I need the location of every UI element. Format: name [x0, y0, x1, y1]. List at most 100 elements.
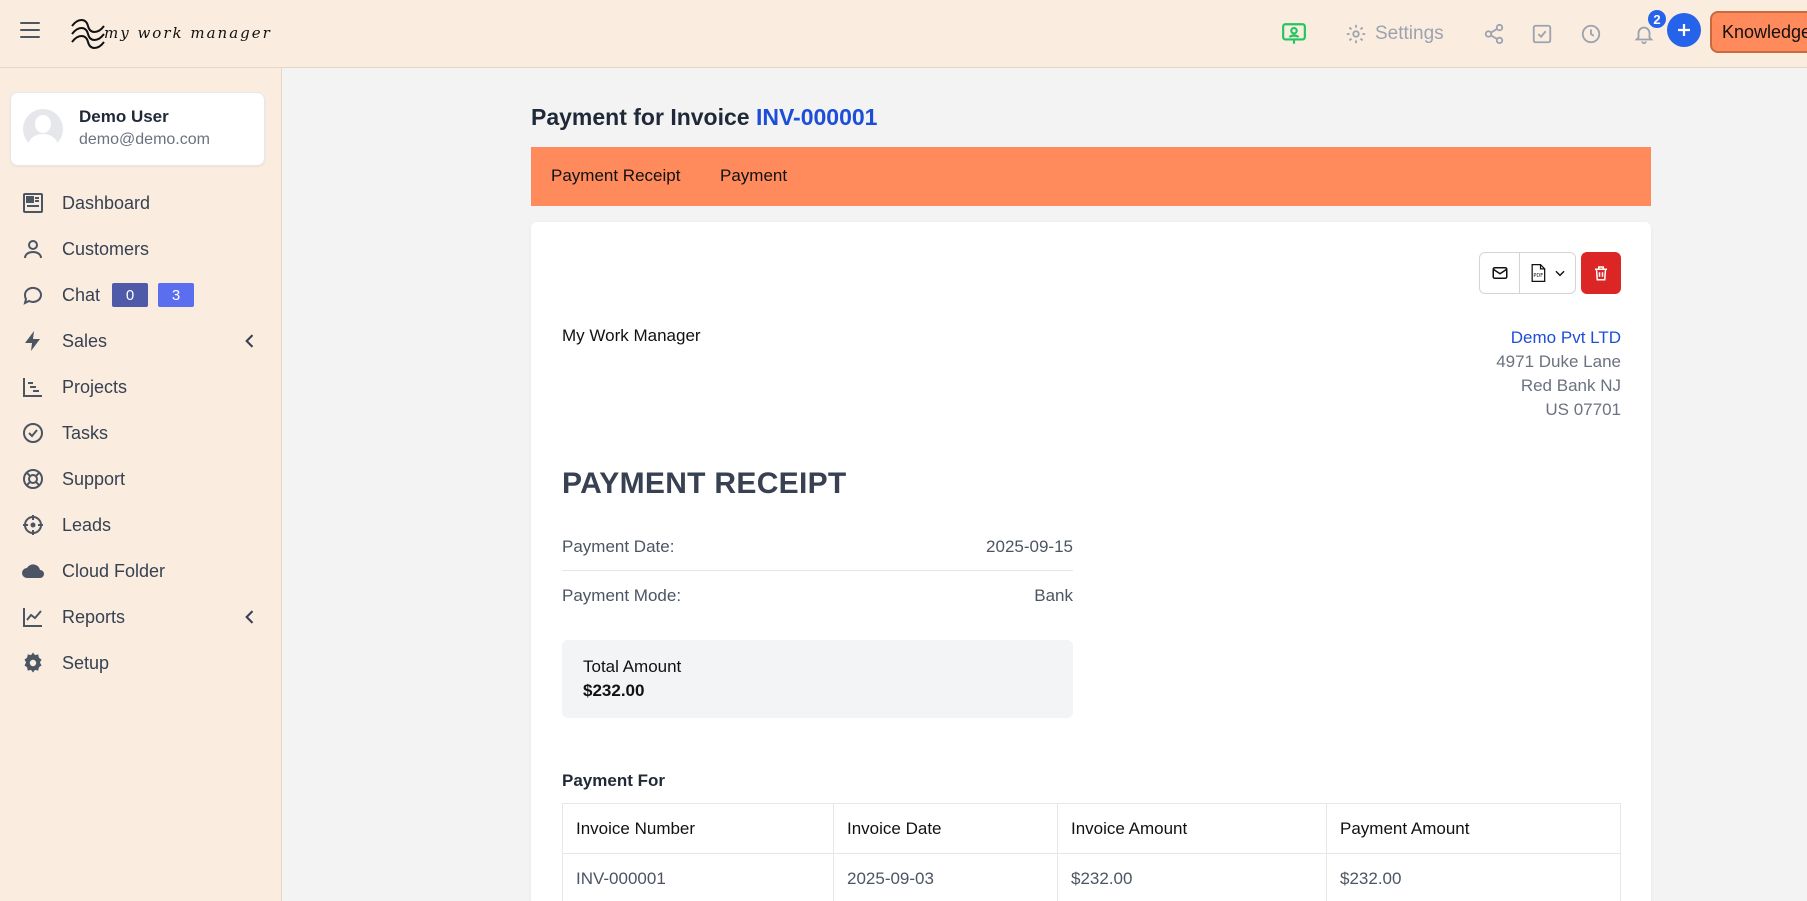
- sidebar-item-label: Cloud Folder: [62, 560, 166, 581]
- table-cell: $232.00: [1057, 853, 1327, 901]
- user-email: demo@demo.com: [79, 131, 210, 148]
- sidebar-item-projects[interactable]: Projects: [0, 364, 282, 410]
- knowledge-base-button[interactable]: Knowledge Base: [1710, 11, 1807, 53]
- sidebar-item-label: Setup: [62, 652, 110, 673]
- column-header: Payment Amount: [1326, 803, 1621, 854]
- receipt-card: PDF My Work Manager Demo Pvt LTD 4971 Du…: [531, 222, 1651, 901]
- pdf-dropdown-button[interactable]: PDF: [1520, 252, 1576, 294]
- sidebar-item-setup[interactable]: Setup: [0, 640, 282, 686]
- client-address-line-1: 4971 Duke Lane: [1496, 352, 1621, 371]
- sidebar-item-leads[interactable]: Leads: [0, 502, 282, 548]
- logo-mark-icon: [71, 19, 105, 49]
- pdf-file-icon: PDF: [1531, 264, 1545, 282]
- page-title-prefix: Payment for Invoice: [531, 104, 750, 130]
- page-title: Payment for Invoice INV-000001: [531, 104, 877, 131]
- cloud-icon: [20, 558, 46, 584]
- avatar: [23, 109, 63, 149]
- gantt-icon: [20, 374, 46, 400]
- payment-mode-row: Payment Mode: Bank: [562, 572, 1073, 620]
- chevron-down-icon: [1554, 270, 1565, 277]
- sidebar-item-support[interactable]: Support: [0, 456, 282, 502]
- delete-button[interactable]: [1581, 252, 1621, 294]
- total-amount-box: Total Amount $232.00: [562, 640, 1073, 718]
- payment-mode-label: Payment Mode:: [562, 586, 682, 605]
- bolt-icon: [20, 328, 46, 354]
- client-address-line-3: US 07701: [1545, 400, 1621, 419]
- tab-payment-receipt[interactable]: Payment Receipt: [551, 166, 680, 186]
- sidebar-item-dashboard[interactable]: Dashboard: [0, 180, 282, 226]
- presentation-icon[interactable]: [1280, 20, 1308, 48]
- column-header: Invoice Date: [833, 803, 1058, 854]
- company-name: My Work Manager: [562, 326, 701, 345]
- payment-date-label: Payment Date:: [562, 536, 675, 556]
- table-cell: $232.00: [1326, 853, 1621, 901]
- receipt-heading: PAYMENT RECEIPT: [562, 467, 847, 500]
- sidebar: Demo User demo@demo.com Dashboard Custom…: [0, 68, 282, 901]
- table-cell: 2025-09-03: [833, 853, 1058, 901]
- user-name: Demo User: [79, 107, 169, 126]
- sidebar-item-sales[interactable]: Sales: [0, 318, 282, 364]
- notification-badge: 2: [1646, 8, 1668, 30]
- quick-add-button[interactable]: [1667, 13, 1701, 47]
- total-amount-label: Total Amount: [583, 657, 682, 676]
- client-address: Demo Pvt LTD 4971 Duke Lane Red Bank NJ …: [1496, 326, 1621, 422]
- trash-icon: [1595, 266, 1607, 281]
- sidebar-item-label: Projects: [62, 376, 128, 397]
- payment-date-value: 2025-09-15: [986, 536, 1073, 556]
- lifebuoy-icon: [20, 466, 46, 492]
- line-chart-icon: [20, 604, 46, 630]
- chat-badge-total: 3: [158, 283, 195, 307]
- sidebar-item-label: Support: [62, 468, 126, 489]
- tab-bar: Payment Receipt Payment: [531, 147, 1651, 206]
- payment-date-row: Payment Date: 2025-09-15: [562, 523, 1073, 571]
- column-header: Invoice Amount: [1057, 803, 1327, 854]
- envelope-icon: [1492, 267, 1507, 279]
- sidebar-nav: Dashboard Customers Chat 0 3 Sales Proje…: [0, 180, 282, 686]
- settings-link[interactable]: Settings: [1345, 20, 1444, 48]
- email-button[interactable]: [1479, 252, 1520, 294]
- client-address-line-2: Red Bank NJ: [1520, 376, 1621, 395]
- chevron-left-icon: [245, 334, 254, 348]
- action-button-group: PDF: [1479, 252, 1576, 294]
- gear-icon: [20, 650, 46, 676]
- total-amount-value: $232.00: [583, 681, 645, 700]
- sidebar-item-label: Customers: [62, 238, 150, 259]
- sidebar-item-label: Tasks: [62, 422, 109, 443]
- settings-label: Settings: [1375, 23, 1444, 44]
- logo-text: my work manager: [104, 24, 272, 42]
- chevron-left-icon: [245, 610, 254, 624]
- crosshair-icon: [20, 512, 46, 538]
- sidebar-item-label: Chat: [62, 284, 101, 305]
- table-header-row: Invoice Number Invoice Date Invoice Amou…: [562, 803, 1621, 854]
- payment-mode-value: Bank: [1034, 586, 1073, 605]
- sidebar-item-cloud-folder[interactable]: Cloud Folder: [0, 548, 282, 594]
- sidebar-item-label: Reports: [62, 606, 126, 627]
- payment-for-table: Invoice Number Invoice Date Invoice Amou…: [562, 803, 1621, 901]
- sidebar-item-label: Sales: [62, 330, 108, 351]
- client-name-link[interactable]: Demo Pvt LTD: [1496, 326, 1621, 350]
- sidebar-item-chat[interactable]: Chat 0 3: [0, 272, 282, 318]
- table-row: INV-000001 2025-09-03 $232.00 $232.00: [562, 853, 1621, 901]
- dashboard-icon: [20, 190, 46, 216]
- user-card[interactable]: Demo User demo@demo.com: [10, 92, 265, 166]
- chat-badge-unread: 0: [112, 283, 149, 307]
- chat-icon: [20, 282, 46, 308]
- gear-icon: [1346, 24, 1366, 44]
- tab-payment[interactable]: Payment: [720, 166, 787, 186]
- invoice-number-link[interactable]: INV-000001: [756, 104, 877, 130]
- svg-text:PDF: PDF: [1533, 273, 1543, 279]
- share-icon[interactable]: [1480, 20, 1508, 48]
- checkbox-icon[interactable]: [1528, 20, 1556, 48]
- plus-icon: [1678, 24, 1690, 36]
- sidebar-item-label: Dashboard: [62, 192, 151, 213]
- sidebar-item-customers[interactable]: Customers: [0, 226, 282, 272]
- top-header: my work manager Settings 2 Knowledge Bas…: [0, 0, 1807, 68]
- payment-for-heading: Payment For: [562, 771, 665, 790]
- app-logo[interactable]: my work manager: [68, 14, 270, 54]
- table-cell: INV-000001: [562, 853, 834, 901]
- sidebar-item-tasks[interactable]: Tasks: [0, 410, 282, 456]
- clock-icon[interactable]: [1577, 20, 1605, 48]
- check-circle-icon: [20, 420, 46, 446]
- sidebar-item-reports[interactable]: Reports: [0, 594, 282, 640]
- menu-toggle-icon[interactable]: [20, 22, 40, 42]
